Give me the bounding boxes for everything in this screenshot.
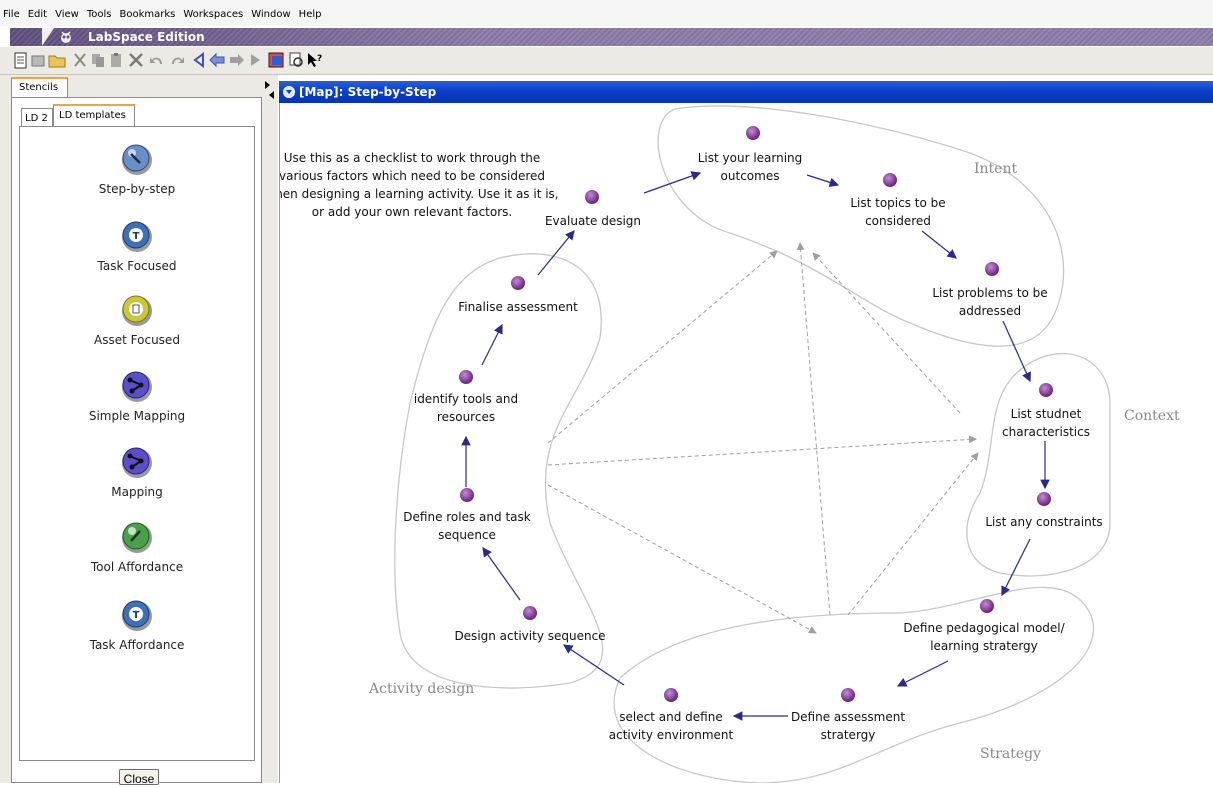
play-icon[interactable]: [248, 52, 262, 68]
map-window-icon[interactable]: [283, 86, 295, 98]
svg-text:T: T: [133, 231, 140, 242]
menu-help[interactable]: Help: [295, 0, 326, 20]
copy-icon[interactable]: [90, 52, 106, 68]
stencil-step-by-step[interactable]: Step-by-step: [19, 142, 255, 196]
new-icon[interactable]: [14, 52, 28, 69]
first-icon[interactable]: [192, 52, 206, 68]
node-design-activity-sequence[interactable]: Design activity sequence: [454, 627, 605, 645]
task-affordance-icon: T: [122, 600, 152, 631]
stencil-asset-focused[interactable]: Asset Focused: [19, 293, 255, 347]
svg-text:T: T: [133, 610, 140, 621]
close-file-icon[interactable]: [30, 52, 46, 68]
menu-file[interactable]: File: [0, 0, 24, 20]
menu-bar: File Edit View Tools Bookmarks Workspace…: [0, 0, 1213, 26]
stencil-label: Mapping: [111, 485, 163, 499]
menu-view[interactable]: View: [51, 0, 83, 20]
node-evaluate-design[interactable]: Evaluate design: [545, 212, 641, 230]
node-define-pedagogical-model[interactable]: Define pedagogical model/learning strate…: [903, 619, 1064, 655]
node-list-learning-outcomes[interactable]: List your learning outcomes: [698, 149, 803, 185]
stencil-task-affordance[interactable]: T Task Affordance: [19, 598, 255, 652]
open-folder-icon[interactable]: [48, 52, 66, 68]
node-list-problems[interactable]: List problems to be addressed: [932, 284, 1047, 320]
step-by-step-icon: [122, 144, 152, 175]
region-label-context: Context: [1124, 408, 1180, 424]
region-label-activity-design: Activity design: [369, 681, 475, 697]
app-title-bar: LabSpace Edition: [10, 28, 1213, 46]
stencil-mapping[interactable]: Mapping: [19, 445, 255, 499]
stencil-tool-affordance[interactable]: Tool Affordance: [19, 520, 255, 574]
tool-affordance-icon: [122, 522, 152, 553]
stencil-label: Simple Mapping: [88, 409, 186, 423]
paste-icon[interactable]: [108, 52, 124, 68]
back-icon[interactable]: [208, 52, 226, 68]
delete-icon[interactable]: [128, 52, 144, 68]
region-context: [966, 352, 1111, 577]
context-help-icon[interactable]: ?: [306, 52, 324, 68]
node-finalise-assessment[interactable]: Finalise assessment: [458, 298, 578, 316]
node-define-assessment[interactable]: Define assessment stratergy: [791, 708, 905, 744]
tab-ld2[interactable]: LD 2: [21, 108, 53, 126]
app-logo-icon: [61, 31, 71, 43]
task-focused-icon: T: [122, 221, 152, 252]
node-list-student-characteristics[interactable]: List studnet characteristics: [1002, 405, 1090, 441]
splitter-arrows-icon[interactable]: [262, 75, 278, 115]
mapping-icon: [122, 447, 152, 478]
menu-workspaces[interactable]: Workspaces: [179, 0, 247, 20]
stencil-label: Tool Affordance: [90, 560, 184, 574]
map-window-title: [Map]: Step-by-Step: [279, 81, 1213, 103]
panel-splitter[interactable]: [262, 75, 278, 783]
stencil-task-focused[interactable]: T Task Focused: [19, 219, 255, 273]
menu-tools[interactable]: Tools: [83, 0, 116, 20]
node-list-constraints[interactable]: List any constraints: [985, 513, 1102, 531]
stencil-label: Asset Focused: [94, 333, 180, 347]
region-label-strategy: Strategy: [980, 746, 1042, 762]
menu-window[interactable]: Window: [247, 0, 294, 20]
app-title: LabSpace Edition: [88, 30, 205, 44]
node-list-topics[interactable]: List topics to be considered: [850, 194, 945, 230]
title-bar-fold: [42, 28, 54, 46]
map-title: [Map]: Step-by-Step: [299, 85, 437, 99]
node-select-environment[interactable]: select and define activity environment: [609, 708, 733, 744]
forward-icon[interactable]: [228, 52, 246, 68]
node-identify-tools[interactable]: identify tools and resources: [414, 390, 518, 426]
stencil-simple-mapping[interactable]: Simple Mapping: [19, 369, 255, 423]
asset-focused-icon: [122, 295, 152, 326]
tab-stencils[interactable]: Stencils: [11, 77, 68, 97]
menu-edit[interactable]: Edit: [24, 0, 51, 20]
toolbar: ?: [0, 47, 1213, 75]
image-export-icon[interactable]: [268, 52, 286, 68]
region-activity: [394, 253, 604, 689]
redo-icon[interactable]: [168, 52, 186, 68]
menu-bookmarks[interactable]: Bookmarks: [115, 0, 179, 20]
undo-icon[interactable]: [148, 52, 166, 68]
zoom-icon[interactable]: [288, 52, 306, 68]
svg-text:?: ?: [317, 54, 322, 64]
region-label-intent: Intent: [974, 161, 1018, 177]
map-instruction-note: Use this as a checklist to work through …: [279, 151, 559, 219]
stencil-label: Step-by-step: [98, 182, 176, 196]
map-canvas[interactable]: Use this as a checklist to work through …: [279, 103, 1213, 783]
node-define-roles[interactable]: Define roles and task sequence: [403, 508, 530, 544]
tab-ld-templates[interactable]: LD templates: [53, 104, 135, 126]
simple-mapping-icon: [122, 371, 152, 402]
stencil-label: Task Focused: [97, 259, 177, 273]
cut-icon[interactable]: [72, 52, 88, 68]
stencil-label: Task Affordance: [89, 638, 185, 652]
